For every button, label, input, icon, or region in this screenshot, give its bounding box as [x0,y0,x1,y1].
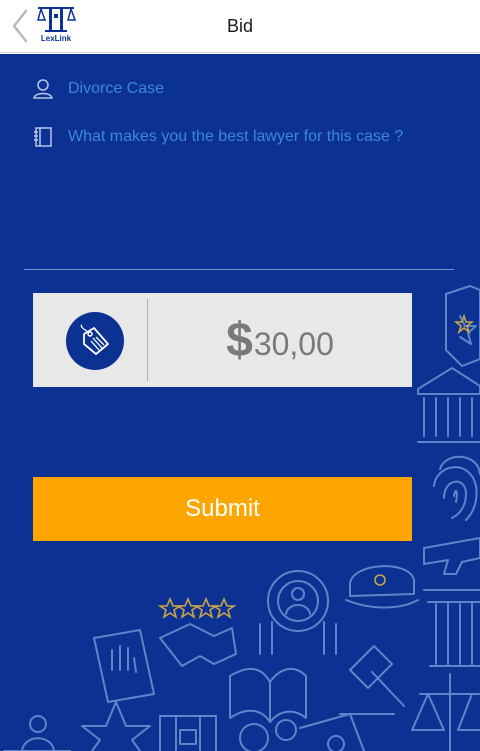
bid-amount: $ 30,00 [148,293,412,387]
pitch-placeholder: What makes you the best lawyer for this … [68,128,404,145]
amount-value: 30,00 [253,325,334,362]
person-badge-icon [267,570,329,632]
top-bar: LexLink Bid [0,0,480,53]
judge-icon [29,715,47,733]
pitch-textarea[interactable]: What makes you the best lawyer for this … [32,126,403,148]
legal-background-illustration [3,285,480,751]
column-icon [423,589,480,603]
price-tag-badge [66,312,124,370]
bid-amount-field[interactable]: $ 30,00 [33,293,412,387]
sheriff-star-icon [81,701,151,751]
page-title: Bid [226,16,253,36]
form-divider [24,269,454,270]
gear-icon [239,723,269,751]
user-icon [33,79,53,99]
tablet-icon [93,629,155,703]
notebook-icon [34,127,52,147]
bid-form: Divorce Case What makes you the best law… [0,54,480,751]
scales-icon [419,673,480,751]
price-tag-icon [80,324,109,355]
handshake-icon [159,623,237,667]
badge-shield-icon [445,285,480,367]
jail-icon [159,715,217,751]
case-name-value: Divorce Case [68,80,165,97]
fingerprint-icon [439,455,480,475]
certificate-icon [299,713,365,751]
handgun-icon [423,537,480,575]
currency-symbol: $ [226,313,253,367]
courthouse-icon [417,367,480,395]
case-name-field[interactable]: Divorce Case [32,78,164,100]
rating-star-icon [157,596,183,619]
submit-button[interactable]: Submit [33,477,412,541]
open-book-icon [229,667,307,723]
police-hat-icon [349,565,415,597]
gavel-icon [349,645,393,689]
